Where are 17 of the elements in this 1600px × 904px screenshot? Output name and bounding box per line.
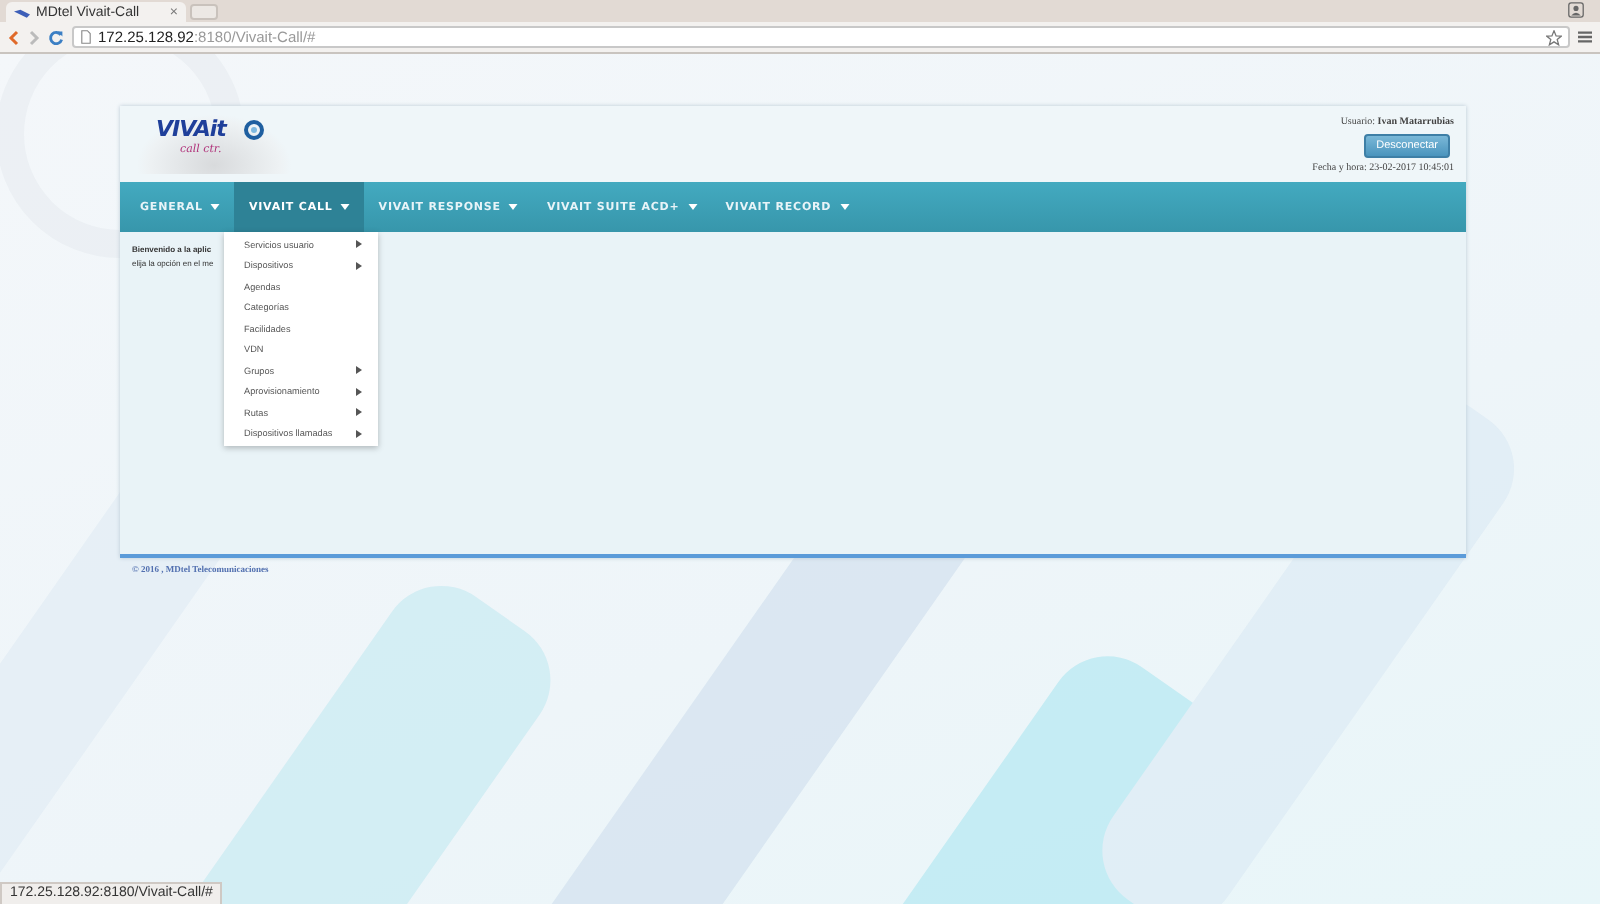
reload-icon[interactable] bbox=[48, 29, 64, 45]
caret-icon bbox=[210, 204, 221, 210]
submenu-arrow-icon bbox=[356, 366, 362, 375]
caret-icon bbox=[839, 204, 850, 210]
submenu-arrow-icon bbox=[356, 387, 362, 396]
submenu-arrow-icon bbox=[356, 429, 362, 438]
caret-icon bbox=[340, 204, 351, 210]
star-icon[interactable] bbox=[1546, 29, 1562, 45]
user-icon[interactable] bbox=[1568, 2, 1584, 18]
submenu-arrow-icon bbox=[356, 261, 362, 270]
submenu-arrow-icon bbox=[356, 240, 362, 249]
menu-icon[interactable] bbox=[1578, 30, 1592, 44]
caret-icon bbox=[687, 204, 698, 210]
page-icon bbox=[80, 30, 92, 44]
back-icon[interactable] bbox=[8, 29, 20, 45]
caret-icon bbox=[508, 204, 519, 210]
submenu-arrow-icon bbox=[356, 408, 362, 417]
